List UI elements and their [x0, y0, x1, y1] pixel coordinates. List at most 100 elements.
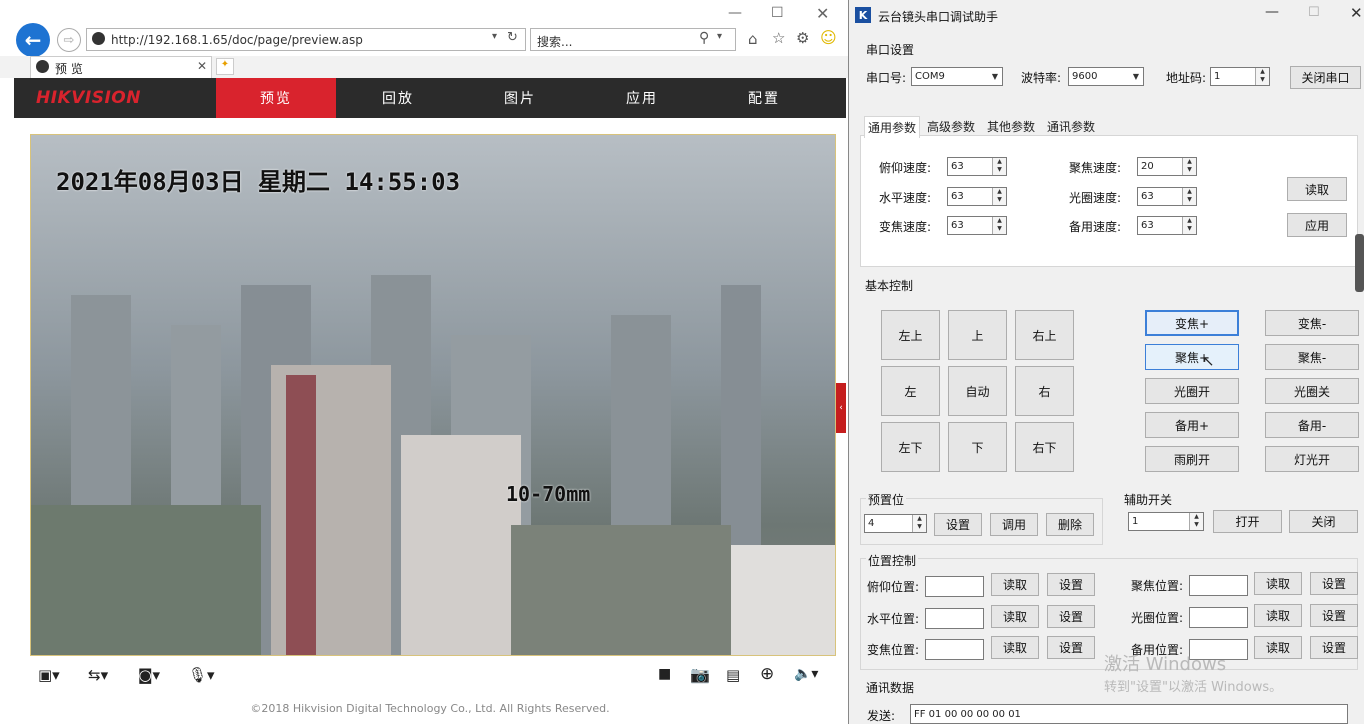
send-data-field[interactable]: FF 01 00 00 00 00 01 [910, 704, 1348, 724]
ptz-up-right-button[interactable]: 右上 [1015, 310, 1074, 360]
focus-near-button[interactable]: 聚焦+ [1145, 344, 1239, 370]
zoom-out-button[interactable]: 变焦- [1265, 310, 1359, 336]
iris-position-input[interactable] [1189, 607, 1248, 628]
tab-preview[interactable]: 预 览 ✕ [30, 56, 212, 78]
apply-params-button[interactable]: 应用 [1287, 213, 1347, 237]
auxpos-set-button[interactable]: 设置 [1310, 636, 1358, 659]
volume-icon[interactable]: 🔈▾ [794, 666, 818, 682]
preset-delete-button[interactable]: 删除 [1046, 513, 1094, 536]
record-icon[interactable]: ▤ [726, 666, 740, 684]
close-icon[interactable]: ✕ [816, 4, 829, 23]
pitch-set-button[interactable]: 设置 [1047, 573, 1095, 596]
zoom-icon[interactable]: ⊕ [760, 664, 774, 684]
ptz-down-button[interactable]: 下 [948, 422, 1007, 472]
close-port-button[interactable]: 关闭串口 [1290, 66, 1361, 89]
ptz-down-left-button[interactable]: 左下 [881, 422, 940, 472]
spin-arrows-icon[interactable]: ▲ ▼ [992, 217, 1006, 234]
baud-select[interactable]: 9600 ▼ [1068, 67, 1144, 86]
address-bar[interactable]: http://192.168.1.65/doc/page/preview.asp… [86, 28, 526, 51]
spin-arrows-icon[interactable]: ▲ ▼ [1182, 217, 1196, 234]
preset-spinner[interactable]: 4 ▲ ▼ [864, 514, 927, 533]
tab-communication[interactable]: 通讯参数 [1044, 116, 1098, 136]
nav-picture[interactable]: 图片 [460, 78, 580, 118]
nav-playback[interactable]: 回放 [338, 78, 458, 118]
spin-arrows-icon[interactable]: ▲ ▼ [1189, 513, 1203, 530]
nav-application[interactable]: 应用 [582, 78, 702, 118]
iris-read-button[interactable]: 读取 [1254, 604, 1302, 627]
plugin-icon[interactable]: ◙▾ [138, 666, 160, 684]
iris-set-button[interactable]: 设置 [1310, 604, 1358, 627]
settings-icon[interactable]: ⚙ [796, 29, 809, 47]
zoom-position-input[interactable] [925, 639, 984, 660]
focus-speed-spinner[interactable]: 20 ▲ ▼ [1137, 157, 1197, 176]
app-minimize-icon[interactable]: — [1265, 4, 1279, 20]
spin-arrows-icon[interactable]: ▲ ▼ [1182, 188, 1196, 205]
minimize-icon[interactable]: — [728, 5, 742, 21]
pan-read-button[interactable]: 读取 [991, 605, 1039, 628]
favorites-icon[interactable]: ☆ [772, 29, 785, 47]
ptz-left-button[interactable]: 左 [881, 366, 940, 416]
refresh-icon[interactable]: ↻ [507, 30, 518, 45]
camera-icon[interactable]: 📷 [690, 665, 710, 684]
stop-icon[interactable]: ■ [658, 666, 671, 682]
aux-speed-spinner[interactable]: 63 ▲ ▼ [1137, 216, 1197, 235]
tab-close-icon[interactable]: ✕ [197, 59, 207, 73]
light-on-button[interactable]: 灯光开 [1265, 446, 1359, 472]
ptz-auto-button[interactable]: 自动 [948, 366, 1007, 416]
scrollbar-thumb[interactable] [1355, 234, 1364, 292]
port-select[interactable]: COM9 ▼ [911, 67, 1003, 86]
tab-general[interactable]: 通用参数 [864, 116, 921, 138]
focus-position-input[interactable] [1189, 575, 1248, 596]
zoom-set-button[interactable]: 设置 [1047, 636, 1095, 659]
live-video[interactable] [30, 134, 836, 656]
ptz-right-button[interactable]: 右 [1015, 366, 1074, 416]
spin-arrows-icon[interactable]: ▲ ▼ [1255, 68, 1269, 85]
aux-open-button[interactable]: 打开 [1213, 510, 1282, 533]
address-spinner[interactable]: 1 ▲ ▼ [1210, 67, 1270, 86]
ptz-down-right-button[interactable]: 右下 [1015, 422, 1074, 472]
aux-plus-button[interactable]: 备用+ [1145, 412, 1239, 438]
pan-speed-spinner[interactable]: 63 ▲ ▼ [947, 187, 1007, 206]
forward-button[interactable]: ⇨ [57, 28, 81, 52]
tab-advanced[interactable]: 高级参数 [924, 116, 978, 136]
spin-arrows-icon[interactable]: ▲ ▼ [992, 188, 1006, 205]
spin-arrows-icon[interactable]: ▲ ▼ [912, 515, 926, 532]
dropdown-icon[interactable]: ▾ [492, 31, 497, 42]
nav-preview[interactable]: 预览 [216, 78, 336, 118]
iris-open-button[interactable]: 光圈开 [1145, 378, 1239, 404]
pitch-position-input[interactable] [925, 576, 984, 597]
pan-set-button[interactable]: 设置 [1047, 605, 1095, 628]
home-icon[interactable]: ⌂ [748, 30, 758, 48]
pitch-read-button[interactable]: 读取 [991, 573, 1039, 596]
zoom-read-button[interactable]: 读取 [991, 636, 1039, 659]
aux-minus-button[interactable]: 备用- [1265, 412, 1359, 438]
nav-configuration[interactable]: 配置 [704, 78, 824, 118]
search-dropdown-icon[interactable]: ▾ [717, 31, 722, 42]
zoom-speed-spinner[interactable]: 63 ▲ ▼ [947, 216, 1007, 235]
collapse-panel-button[interactable]: ‹ [836, 383, 846, 433]
back-button[interactable]: ← [16, 23, 50, 57]
ptz-up-left-button[interactable]: 左上 [881, 310, 940, 360]
iris-speed-spinner[interactable]: 63 ▲ ▼ [1137, 187, 1197, 206]
iris-close-button[interactable]: 光圈关 [1265, 378, 1359, 404]
pitch-speed-spinner[interactable]: 63 ▲ ▼ [947, 157, 1007, 176]
smiley-icon[interactable]: ☺ [820, 28, 837, 47]
wiper-on-button[interactable]: 雨刷开 [1145, 446, 1239, 472]
focus-far-button[interactable]: 聚焦- [1265, 344, 1359, 370]
aux-close-button[interactable]: 关闭 [1289, 510, 1358, 533]
zoom-in-button[interactable]: 变焦+ [1145, 310, 1239, 336]
auxpos-read-button[interactable]: 读取 [1254, 636, 1302, 659]
aux-spinner[interactable]: 1 ▲ ▼ [1128, 512, 1204, 531]
microphone-icon[interactable]: 🎙▾ [188, 666, 215, 684]
search-icon[interactable]: ⚲ [699, 30, 709, 46]
focus-read-button[interactable]: 读取 [1254, 572, 1302, 595]
pan-position-input[interactable] [925, 608, 984, 629]
app-maximize-icon[interactable]: ☐ [1308, 5, 1320, 20]
app-close-icon[interactable]: ✕ [1350, 4, 1363, 22]
search-box[interactable]: 搜索... ⚲ ▾ [530, 28, 736, 51]
tab-other[interactable]: 其他参数 [984, 116, 1038, 136]
focus-set-button[interactable]: 设置 [1310, 572, 1358, 595]
spin-arrows-icon[interactable]: ▲ ▼ [1182, 158, 1196, 175]
window-layout-icon[interactable]: ▣▾ [38, 666, 60, 684]
new-tab-button[interactable]: ✦ [216, 58, 234, 75]
